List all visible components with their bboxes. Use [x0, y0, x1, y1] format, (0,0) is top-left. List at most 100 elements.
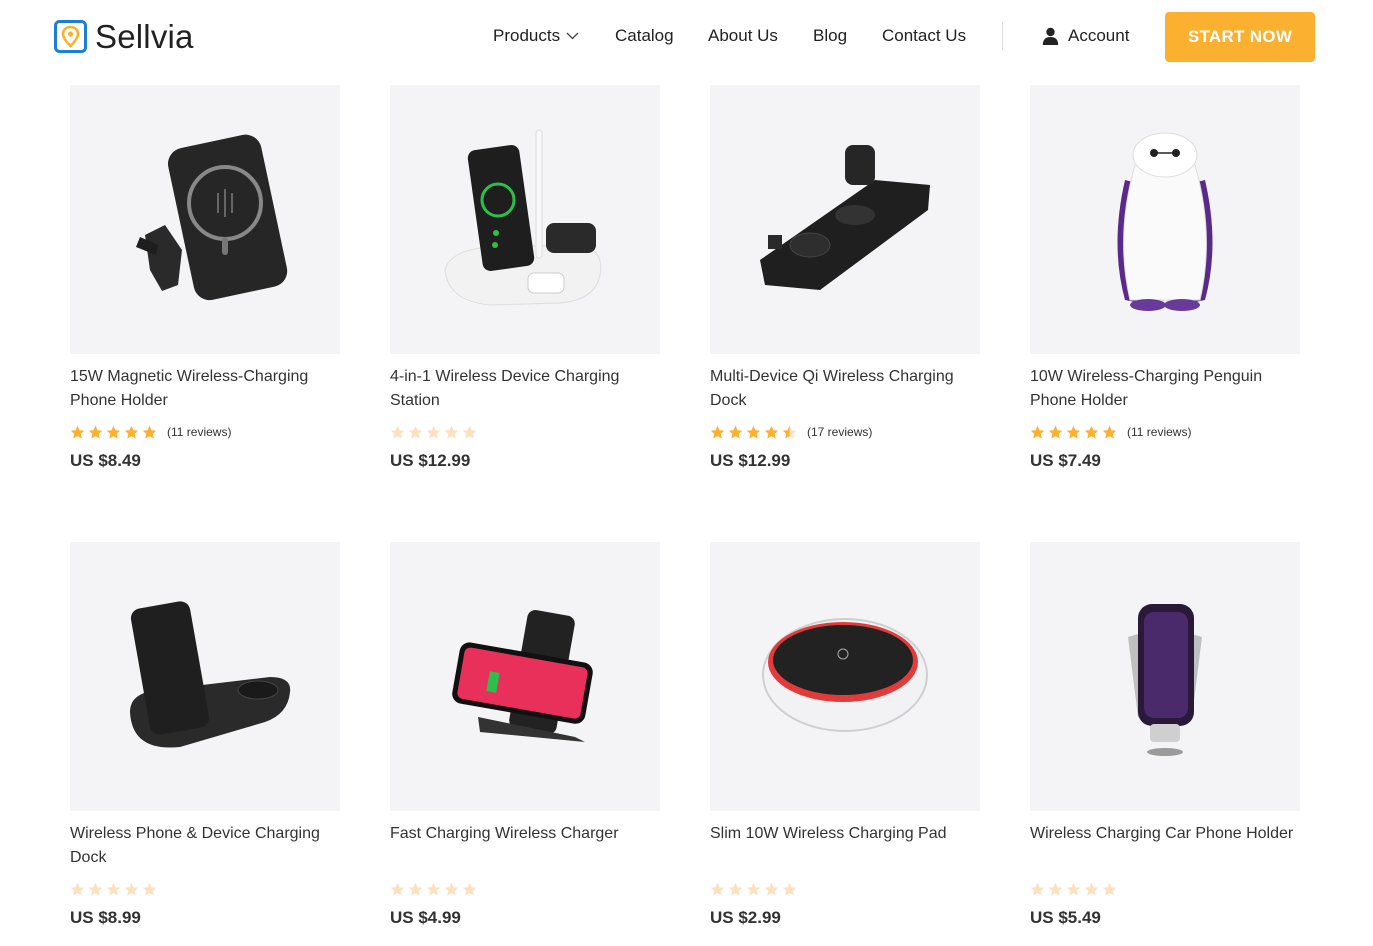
star-rating	[70, 425, 160, 440]
product-rating	[710, 881, 807, 897]
star-icon	[142, 425, 157, 439]
star-icon	[1084, 425, 1099, 439]
product-image-charging-station[interactable]	[390, 85, 660, 354]
product-rating	[390, 881, 487, 897]
star-rating	[390, 882, 480, 897]
account-label: Account	[1068, 26, 1130, 45]
dual-charging-dock-image	[130, 601, 291, 748]
product-name[interactable]: Wireless Phone & Device Charging Dock	[70, 822, 340, 870]
star-icon	[462, 882, 477, 896]
start-now-button[interactable]: START NOW	[1165, 12, 1315, 62]
nav-blog[interactable]: Blog	[813, 26, 847, 46]
star-icon	[1102, 425, 1117, 439]
product-price: US $8.99	[70, 908, 141, 927]
nav-contact-us[interactable]: Contact Us	[882, 26, 966, 46]
product-name[interactable]: 10W Wireless-Charging Penguin Phone Hold…	[1030, 365, 1300, 413]
star-icon	[462, 425, 477, 439]
star-icon	[764, 425, 779, 439]
charging-dock-image	[760, 145, 930, 290]
product-rating	[1030, 881, 1127, 897]
product-image-penguin-holder[interactable]	[1030, 85, 1300, 354]
product-name[interactable]: Slim 10W Wireless Charging Pad	[710, 822, 980, 846]
product-rating: (11 reviews)	[70, 424, 231, 440]
magnetic-car-holder-image	[136, 134, 288, 301]
star-icon	[1048, 882, 1063, 896]
nav-products-label: Products	[493, 26, 561, 45]
star-icon	[390, 882, 405, 896]
star-icon	[88, 425, 103, 439]
product-image-magnetic-holder[interactable]	[70, 85, 340, 354]
product-name[interactable]: 4-in-1 Wireless Device Charging Station	[390, 365, 660, 413]
product-name[interactable]: Wireless Charging Car Phone Holder	[1030, 822, 1300, 846]
star-icon	[746, 425, 761, 439]
nav-products[interactable]: Products	[493, 26, 579, 46]
product-name[interactable]: Fast Charging Wireless Charger	[390, 822, 660, 846]
product-price: US $12.99	[710, 451, 791, 470]
star-rating	[1030, 425, 1120, 440]
product-image-charging-pad[interactable]	[710, 542, 980, 811]
product-image-charging-dock[interactable]	[710, 85, 980, 354]
nav-divider	[1002, 22, 1003, 50]
star-icon	[1066, 425, 1081, 439]
fast-charger-stand-image	[452, 610, 593, 742]
star-icon	[782, 425, 797, 439]
product-rating	[390, 424, 487, 440]
account-link[interactable]: Account	[1042, 26, 1129, 46]
product-name[interactable]: Multi-Device Qi Wireless Charging Dock	[710, 365, 980, 413]
review-count[interactable]: (11 reviews)	[1127, 424, 1191, 440]
site-header: Sellvia Products Catalog About Us Blog C…	[0, 0, 1373, 74]
nav-about-us[interactable]: About Us	[708, 26, 778, 46]
star-icon	[746, 882, 761, 896]
star-icon	[408, 425, 423, 439]
star-icon	[426, 425, 441, 439]
product-rating	[70, 881, 167, 897]
product-price: US $8.49	[70, 451, 141, 470]
product-image-fast-charger[interactable]	[390, 542, 660, 811]
nav-catalog[interactable]: Catalog	[615, 26, 674, 46]
charging-pad-image	[762, 618, 928, 732]
star-icon	[710, 882, 725, 896]
penguin-holder-image	[1117, 132, 1213, 311]
star-icon	[728, 882, 743, 896]
star-icon	[70, 882, 85, 896]
product-rating: (11 reviews)	[1030, 424, 1191, 440]
product-rating: (17 reviews)	[710, 424, 872, 440]
product-price: US $5.49	[1030, 908, 1101, 927]
star-icon	[408, 882, 423, 896]
review-count[interactable]: (11 reviews)	[167, 424, 231, 440]
star-icon	[764, 882, 779, 896]
charging-station-image	[444, 129, 602, 306]
star-icon	[88, 882, 103, 896]
star-icon	[728, 425, 743, 439]
star-icon	[1030, 425, 1045, 439]
product-image-car-holder[interactable]	[1030, 542, 1300, 811]
star-icon	[1066, 882, 1081, 896]
star-icon	[106, 882, 121, 896]
star-rating	[1030, 882, 1120, 897]
product-price: US $7.49	[1030, 451, 1101, 470]
product-image-dual-dock[interactable]	[70, 542, 340, 811]
star-icon	[1084, 882, 1099, 896]
star-icon	[106, 425, 121, 439]
review-count[interactable]: (17 reviews)	[807, 424, 872, 440]
chevron-down-icon	[566, 32, 579, 40]
star-rating	[710, 882, 800, 897]
product-name[interactable]: 15W Magnetic Wireless-Charging Phone Hol…	[70, 365, 340, 413]
brand-name: Sellvia	[95, 18, 194, 55]
star-icon	[444, 425, 459, 439]
user-icon	[1042, 27, 1059, 45]
star-icon	[1048, 425, 1063, 439]
product-price: US $12.99	[390, 451, 471, 470]
star-icon	[124, 425, 139, 439]
brand-logo[interactable]: Sellvia	[54, 20, 194, 53]
star-rating	[390, 425, 480, 440]
star-rating	[70, 882, 160, 897]
star-icon	[1102, 882, 1117, 896]
star-rating	[710, 425, 800, 440]
star-icon	[444, 882, 459, 896]
star-icon	[1030, 882, 1045, 896]
star-icon	[70, 425, 85, 439]
star-icon	[782, 882, 797, 896]
star-icon	[142, 882, 157, 896]
product-price: US $4.99	[390, 908, 461, 927]
